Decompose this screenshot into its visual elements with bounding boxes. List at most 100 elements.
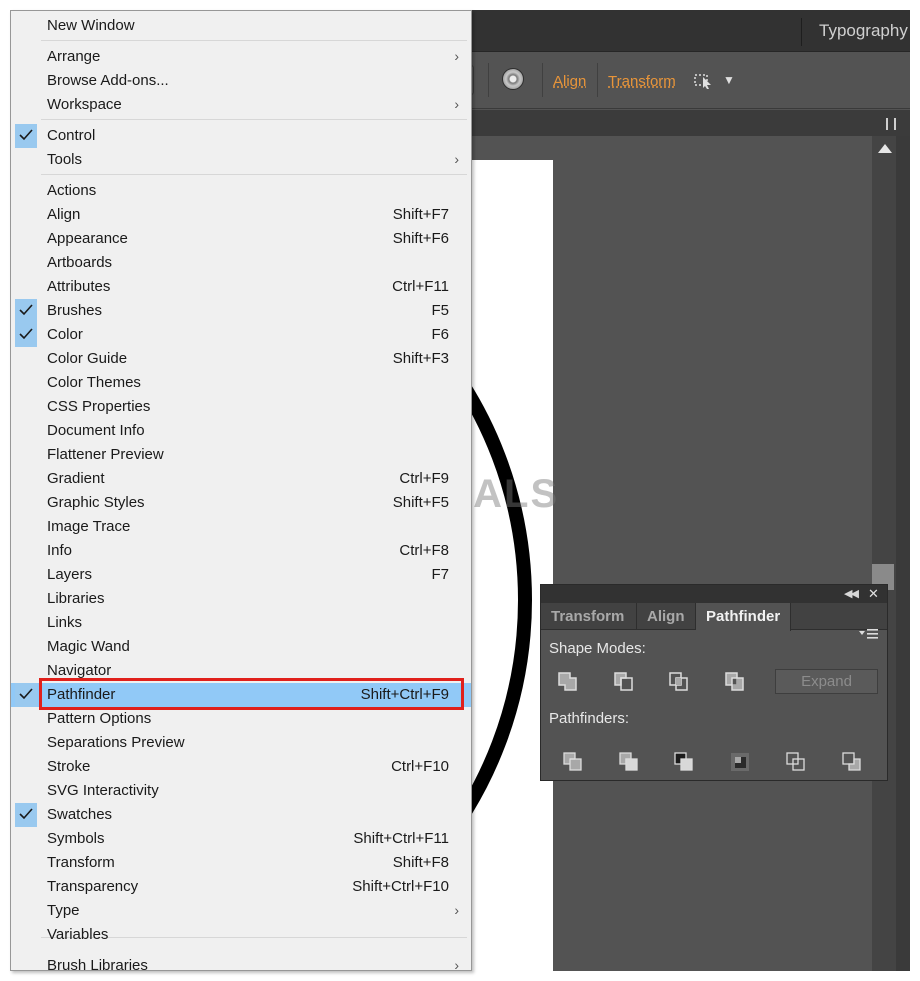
menu-item-label: Transparency [47,878,139,895]
panel-menu-icon[interactable] [859,627,879,641]
menu-item-actions[interactable]: Actions [11,179,471,203]
merge-icon[interactable] [672,750,696,774]
menu-item-brush-libraries[interactable]: Brush Libraries › [11,954,471,971]
menu-item-label: Arrange [47,48,101,65]
tab-pathfinder[interactable]: Pathfinder [696,603,791,631]
close-icon[interactable]: ✕ [868,586,879,602]
tab-align[interactable]: Align [637,603,696,630]
menu-item-workspace[interactable]: Workspace › [11,93,471,117]
crop-icon[interactable] [728,750,752,774]
menu-item-label: Libraries [47,590,105,607]
menu-item-browse-add-ons[interactable]: Browse Add-ons... [11,69,471,93]
panel-title-bar[interactable]: ◀◀ ✕ [541,585,887,603]
menu-item-label: Pattern Options [47,710,152,727]
menu-item-arrange[interactable]: Arrange › [11,45,471,69]
menu-item-flattener-preview[interactable]: Flattener Preview [11,443,471,467]
menu-item-shortcut: Shift+Ctrl+F11 [353,830,449,847]
menu-item-shortcut: Ctrl+F8 [399,542,449,559]
menu-item-transparency[interactable]: Transparency Shift+Ctrl+F10 [11,875,471,899]
window-menu: New Window Arrange › Browse Add-ons... Works… [10,10,472,971]
transform-link[interactable]: Transform [608,73,676,90]
menu-item-symbols[interactable]: Symbols Shift+Ctrl+F11 [11,827,471,851]
chevron-down-icon[interactable]: ▼ [723,73,735,87]
expand-button[interactable]: Expand [775,669,878,694]
menu-item-libraries[interactable]: Libraries [11,587,471,611]
menu-item-label: SVG Interactivity [47,782,159,799]
menu-item-links[interactable]: Links [11,611,471,635]
menu-item-transform[interactable]: Transform Shift+F8 [11,851,471,875]
minus-back-icon[interactable] [840,750,864,774]
menu-item-label: Graphic Styles [47,494,145,511]
menu-item-label: Image Trace [47,518,131,535]
menu-item-document-info[interactable]: Document Info [11,419,471,443]
menu-item-stroke[interactable]: Stroke Ctrl+F10 [11,755,471,779]
minus-front-icon[interactable] [612,670,636,694]
isolate-object-icon[interactable] [691,72,713,90]
menu-item-color-themes[interactable]: Color Themes [11,371,471,395]
control-bar-divider [597,63,598,97]
menu-item-separations-preview[interactable]: Separations Preview [11,731,471,755]
submenu-arrow-icon: › [454,957,459,971]
menu-item-attributes[interactable]: Attributes Ctrl+F11 [11,275,471,299]
menu-item-label: Links [47,614,83,631]
menu-item-tools[interactable]: Tools › [11,148,471,172]
checkmark-icon [15,323,37,347]
tab-transform[interactable]: Transform [541,603,637,630]
menu-item-type[interactable]: Type › [11,899,471,923]
exclude-icon[interactable] [723,670,747,694]
menu-item-svg-interactivity[interactable]: SVG Interactivity [11,779,471,803]
menu-item-shortcut: Shift+F7 [392,206,449,223]
menu-item-artboards[interactable]: Artboards [11,251,471,275]
menu-item-color-guide[interactable]: Color Guide Shift+F3 [11,347,471,371]
menu-item-label: Actions [47,182,97,199]
menu-item-image-trace[interactable]: Image Trace [11,515,471,539]
unite-icon[interactable] [556,670,580,694]
align-link[interactable]: Align [553,73,586,90]
menu-item-label: Gradient [47,470,105,487]
menu-item-label: Attributes [47,278,111,295]
menu-item-gradient[interactable]: Gradient Ctrl+F9 [11,467,471,491]
menu-item-css-properties[interactable]: CSS Properties [11,395,471,419]
menu-item-label: Info [47,542,73,559]
menu-item-shortcut: Ctrl+F10 [391,758,449,775]
menu-item-label: Brushes [47,302,103,319]
menu-item-magic-wand[interactable]: Magic Wand [11,635,471,659]
menu-item-label: Color Themes [47,374,141,391]
control-bar-divider [542,63,543,97]
menu-item-new-window[interactable]: New Window [11,14,471,38]
divide-icon[interactable] [561,750,585,774]
menu-item-pattern-options[interactable]: Pattern Options [11,707,471,731]
checkmark-icon [15,803,37,827]
menu-item-shortcut: Ctrl+F11 [392,278,449,295]
menu-item-color[interactable]: Color F6 [11,323,471,347]
collapse-icon[interactable]: ◀◀ [844,587,859,600]
menu-item-label: Transform [47,854,115,871]
menu-item-shortcut: Shift+F5 [392,494,449,511]
menu-item-label: Layers [47,566,93,583]
menu-item-label: Browse Add-ons... [47,72,169,89]
menu-item-layers[interactable]: Layers F7 [11,563,471,587]
recolor-artwork-icon[interactable] [502,68,524,90]
menu-item-info[interactable]: Info Ctrl+F8 [11,539,471,563]
menu-item-graphic-styles[interactable]: Graphic Styles Shift+F5 [11,491,471,515]
menu-item-align[interactable]: Align Shift+F7 [11,203,471,227]
menu-item-label: Color [47,326,83,343]
pause-icon[interactable] [886,118,896,130]
scroll-up-icon[interactable] [878,144,892,153]
menu-item-swatches[interactable]: Swatches [11,803,471,827]
menu-item-label: Align [47,206,81,223]
workspace-switcher[interactable]: Typography [819,21,908,41]
intersect-icon[interactable] [667,670,691,694]
menu-item-label: Magic Wand [47,638,130,655]
menu-separator [41,119,467,120]
menu-item-shortcut: F7 [431,566,449,583]
menu-item-control[interactable]: Control [11,124,471,148]
trim-icon[interactable] [617,750,641,774]
pathfinder-panel: ◀◀ ✕ Transform Align Pathfinder Shape Mo… [540,584,888,781]
outline-icon[interactable] [784,750,808,774]
menu-item-variables[interactable]: Variables [11,923,471,947]
menu-item-appearance[interactable]: Appearance Shift+F6 [11,227,471,251]
menu-item-brushes[interactable]: Brushes F5 [11,299,471,323]
vertical-scrollbar[interactable] [872,136,896,971]
menu-item-label: Color Guide [47,350,128,367]
